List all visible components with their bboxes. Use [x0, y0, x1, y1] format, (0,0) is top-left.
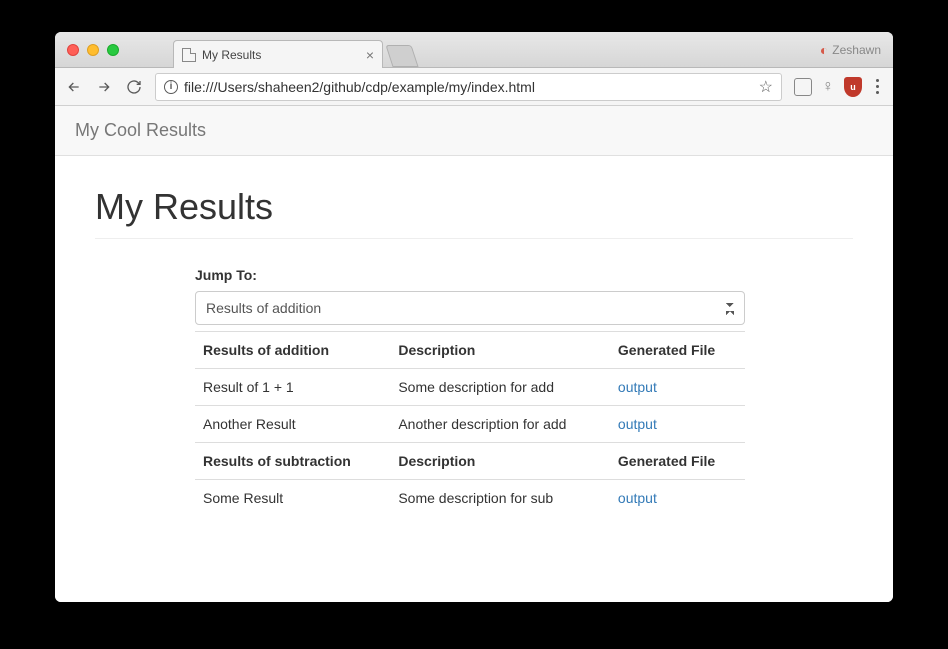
toolbar: i file:///Users/shaheen2/github/cdp/exam…: [55, 68, 893, 106]
profile-name: Zeshawn: [832, 43, 881, 57]
result-name: Some Result: [195, 480, 390, 517]
window-controls: [55, 44, 119, 56]
page-content: My Cool Results My Results Jump To: Resu…: [55, 106, 893, 602]
jump-select[interactable]: Results of addition Results of subtracti…: [195, 291, 745, 325]
page-brand: My Cool Results: [75, 120, 206, 140]
col-header: Results of subtraction: [195, 443, 390, 480]
minimize-window-button[interactable]: [87, 44, 99, 56]
output-link[interactable]: output: [618, 379, 657, 395]
page-title: My Results: [95, 186, 853, 228]
result-desc: Another description for add: [390, 406, 610, 443]
result-name: Result of 1 + 1: [195, 369, 390, 406]
jump-label: Jump To:: [195, 267, 745, 283]
close-tab-icon[interactable]: ×: [366, 47, 374, 63]
extension-icon-1[interactable]: [794, 78, 812, 96]
col-header: Description: [390, 443, 610, 480]
result-desc: Some description for add: [390, 369, 610, 406]
col-header: Results of addition: [195, 332, 390, 369]
results-table: Results of addition Description Generate…: [195, 331, 745, 516]
result-desc: Some description for sub: [390, 480, 610, 517]
table-row: Result of 1 + 1 Some description for add…: [195, 369, 745, 406]
result-name: Another Result: [195, 406, 390, 443]
browser-window: My Results × ◐ Zeshawn i file:///Users/s…: [55, 32, 893, 602]
output-link[interactable]: output: [618, 416, 657, 432]
site-info-icon[interactable]: i: [164, 80, 178, 94]
page-body: My Results Jump To: Results of addition …: [55, 156, 893, 546]
back-button[interactable]: [65, 78, 83, 96]
jump-section: Jump To: Results of addition Results of …: [195, 267, 745, 516]
file-icon: [182, 48, 196, 62]
table-header-row: Results of subtraction Description Gener…: [195, 443, 745, 480]
ublock-icon[interactable]: u: [844, 77, 862, 97]
table-row: Some Result Some description for sub out…: [195, 480, 745, 517]
table-header-row: Results of addition Description Generate…: [195, 332, 745, 369]
bookmark-star-icon[interactable]: ☆: [759, 77, 773, 97]
tab-title: My Results: [202, 48, 261, 62]
reload-button[interactable]: [125, 78, 143, 96]
profile-icon: ◐: [820, 42, 828, 58]
tab-strip: My Results ×: [173, 32, 415, 67]
address-bar[interactable]: i file:///Users/shaheen2/github/cdp/exam…: [155, 73, 782, 101]
forward-button[interactable]: [95, 78, 113, 96]
url-text: file:///Users/shaheen2/github/cdp/exampl…: [184, 79, 753, 95]
table-row: Another Result Another description for a…: [195, 406, 745, 443]
col-header: Description: [390, 332, 610, 369]
browser-menu-button[interactable]: [872, 79, 883, 94]
profile-area[interactable]: ◐ Zeshawn: [820, 42, 893, 58]
titlebar: My Results × ◐ Zeshawn: [55, 32, 893, 68]
new-tab-button[interactable]: [385, 45, 418, 67]
col-header: Generated File: [610, 443, 745, 480]
output-link[interactable]: output: [618, 490, 657, 506]
divider: [95, 238, 853, 239]
browser-tab-active[interactable]: My Results ×: [173, 40, 383, 68]
page-header-bar: My Cool Results: [55, 106, 893, 156]
close-window-button[interactable]: [67, 44, 79, 56]
extension-icons: ♀ u: [794, 77, 883, 97]
extension-icon-2[interactable]: ♀: [822, 78, 834, 96]
maximize-window-button[interactable]: [107, 44, 119, 56]
col-header: Generated File: [610, 332, 745, 369]
